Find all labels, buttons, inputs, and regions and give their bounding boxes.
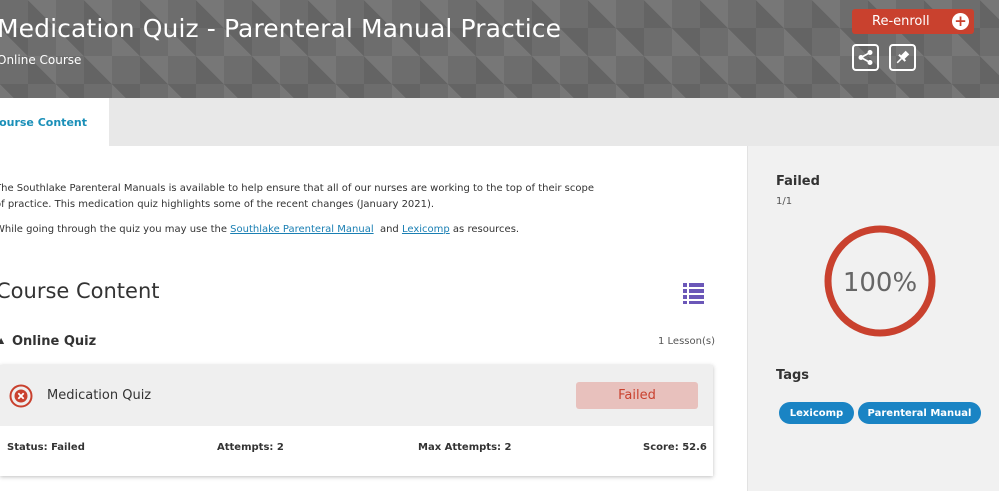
collapse-caret-icon[interactable]: ▲ (0, 336, 4, 345)
lesson-score: Score: 52.6 (643, 442, 707, 453)
plus-icon: + (952, 13, 969, 30)
tags-heading: Tags (776, 368, 810, 383)
lexicomp-link[interactable]: Lexicomp (402, 224, 450, 235)
progress-percent: 100% (843, 268, 917, 298)
progress-sidebar: Failed 1/1 100% Tags Lexicomp Parenteral… (747, 146, 999, 491)
section-title[interactable]: Online Quiz (12, 334, 96, 349)
reenroll-label: Re-enroll (872, 14, 930, 29)
page-title: Medication Quiz - Parenteral Manual Prac… (0, 14, 562, 43)
lesson-status: Status: Failed (7, 442, 85, 453)
reenroll-button[interactable]: Re-enroll + (852, 9, 974, 34)
tab-course-content[interactable]: Course Content (0, 98, 109, 146)
course-header: Medication Quiz - Parenteral Manual Prac… (0, 0, 999, 98)
lesson-count: 1 Lesson(s) (658, 336, 715, 347)
share-button[interactable] (852, 44, 879, 71)
tab-label: Course Content (0, 115, 87, 129)
lesson-card: Medication Quiz Failed Status: Failed At… (0, 365, 713, 476)
progress-status: Failed (776, 174, 820, 189)
share-icon (858, 50, 873, 65)
resources-suffix: as resources. (449, 224, 520, 235)
parenteral-manual-link[interactable]: Southlake Parenteral Manual (230, 224, 373, 235)
tab-bar: Course Content (0, 98, 999, 146)
lesson-max-attempts: Max Attempts: 2 (418, 442, 512, 453)
failed-x-icon (9, 384, 33, 408)
status-badge: Failed (576, 382, 698, 409)
list-view-icon[interactable] (683, 283, 704, 304)
progress-count: 1/1 (776, 196, 793, 207)
lesson-name[interactable]: Medication Quiz (47, 388, 151, 403)
tag-lexicomp[interactable]: Lexicomp (779, 402, 854, 424)
resources-prefix: While going through the quiz you may use… (0, 224, 231, 235)
resources-text: While going through the quiz you may use… (0, 224, 519, 235)
course-content-heading: Course Content (0, 279, 160, 303)
pin-icon (896, 50, 910, 64)
course-description: The Southlake Parenteral Manuals is avai… (0, 183, 594, 210)
tag-parenteral-manual[interactable]: Parenteral Manual (858, 402, 981, 424)
lesson-row[interactable]: Medication Quiz Failed (0, 365, 713, 426)
course-type: Online Course (0, 53, 82, 67)
resources-mid: and (373, 224, 402, 235)
lesson-attempts: Attempts: 2 (217, 442, 284, 453)
progress-ring: 100% (824, 225, 936, 337)
pin-button[interactable] (889, 44, 916, 71)
